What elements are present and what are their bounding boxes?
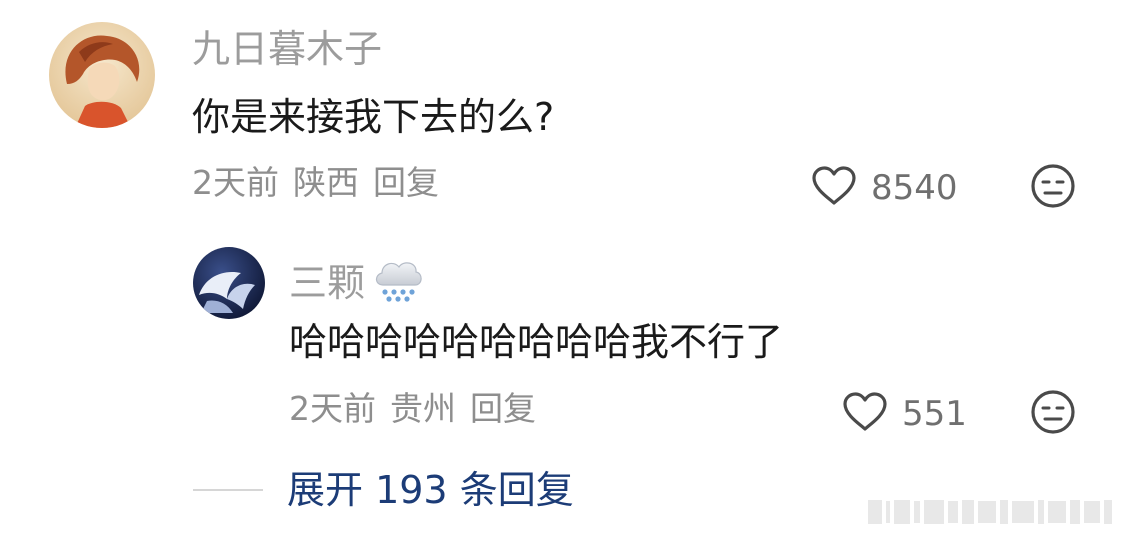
heart-outline-icon [811,166,857,210]
commenter-username[interactable]: 九日暮木子 [192,30,382,68]
comment-like-button[interactable]: 8540 [811,166,958,210]
reply-like-count: 551 [902,394,967,434]
neutral-face-icon [1031,390,1075,434]
replier-username-row: 三颗 [289,255,425,311]
comment-time: 2天前 [192,163,279,202]
comment-meta: 2天前 陕西 回复 [192,166,453,199]
comment-like-count: 8540 [871,168,958,208]
reply-like-button[interactable]: 551 [842,392,967,436]
expand-replies-label[interactable]: 展开 193 条回复 [287,471,574,509]
avatar-dark-illustration-icon [193,247,265,319]
reply-dislike-button[interactable] [1030,389,1076,439]
commenter-avatar[interactable] [49,22,155,128]
avatar-illustration-icon [49,22,155,128]
comment-location: 陕西 [293,163,359,202]
reply-location: 贵州 [390,389,456,428]
reply-reply-button[interactable]: 回复 [470,389,536,428]
snow-cloud-icon [371,255,425,311]
heart-outline-icon [842,392,888,436]
expand-divider [193,489,263,491]
replier-username[interactable]: 三颗 [289,264,365,302]
expand-replies-button[interactable]: 展开 193 条回复 [193,471,574,509]
comment-text: 你是来接我下去的么? [192,95,555,139]
reply-text: 哈哈哈哈哈哈哈哈哈我不行了 [289,320,784,364]
reply-meta: 2天前 贵州 回复 [289,392,550,425]
neutral-face-icon [1031,164,1075,208]
replier-avatar[interactable] [193,247,265,319]
comment-reply-button[interactable]: 回复 [373,163,439,202]
watermark [868,500,1116,524]
reply-time: 2天前 [289,389,376,428]
comment-dislike-button[interactable] [1030,163,1076,213]
